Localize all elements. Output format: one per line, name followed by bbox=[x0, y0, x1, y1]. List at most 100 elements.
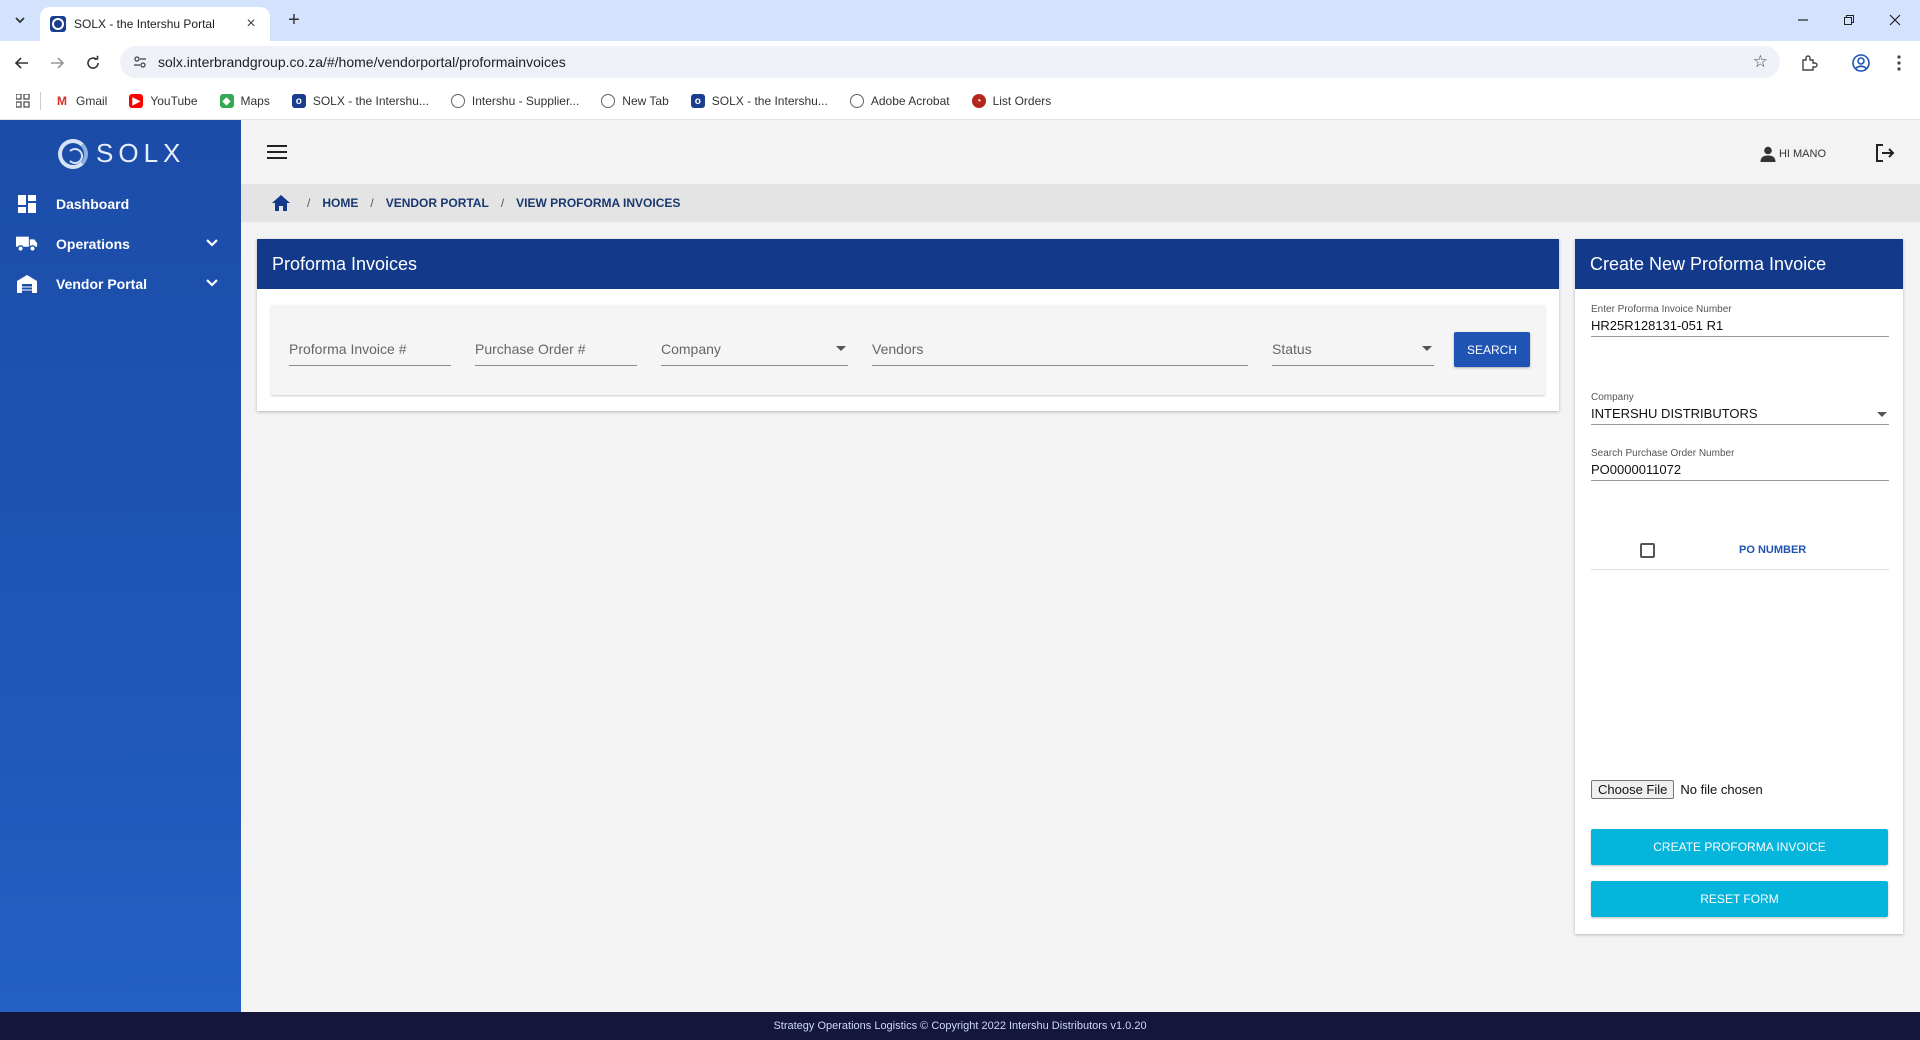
company-select-value[interactable]: INTERSHU DISTRIBUTORS bbox=[1591, 403, 1889, 425]
breadcrumb-separator: / bbox=[370, 196, 374, 210]
person-icon bbox=[1760, 146, 1776, 162]
breadcrumb-separator: / bbox=[500, 196, 505, 210]
breadcrumb-vendor-portal[interactable]: VENDOR PORTAL bbox=[386, 196, 489, 210]
breadcrumb-current-page: VIEW PROFORMA INVOICES bbox=[516, 196, 681, 210]
globe-icon bbox=[849, 94, 864, 108]
company-select[interactable]: Company bbox=[661, 332, 848, 366]
globe-icon bbox=[450, 94, 465, 108]
minimize-icon[interactable] bbox=[1780, 6, 1826, 34]
chevron-down-icon bbox=[205, 276, 219, 293]
address-bar[interactable]: solx.interbrandgroup.co.za/#/home/vendor… bbox=[120, 46, 1780, 78]
status-select[interactable]: Status bbox=[1272, 332, 1434, 366]
sidebar-item-vendor-portal[interactable]: Vendor Portal bbox=[0, 264, 241, 304]
new-tab-icon[interactable]: + bbox=[282, 8, 306, 32]
app-top-bar: HI MANO bbox=[241, 120, 1920, 184]
browser-toolbar: solx.interbrandgroup.co.za/#/home/vendor… bbox=[0, 41, 1920, 83]
proforma-invoice-filter[interactable]: Proforma Invoice # bbox=[289, 332, 451, 366]
choose-file-button[interactable]: Choose File bbox=[1591, 780, 1675, 799]
bookmark-adobe-acrobat[interactable]: Adobe Acrobat bbox=[849, 94, 950, 108]
logout-icon[interactable] bbox=[1874, 142, 1896, 164]
restore-icon[interactable] bbox=[1826, 6, 1872, 34]
sidebar-item-label: Vendor Portal bbox=[56, 276, 148, 292]
dropdown-arrow-icon bbox=[836, 346, 846, 351]
solx-icon: o bbox=[690, 94, 705, 108]
user-menu[interactable]: HI MANO bbox=[1759, 145, 1826, 163]
create-proforma-invoice-card: Create New Proforma Invoice Enter Profor… bbox=[1575, 239, 1903, 934]
window-close-icon[interactable] bbox=[1872, 6, 1918, 34]
dashboard-icon bbox=[16, 194, 38, 214]
globe-icon bbox=[601, 94, 616, 108]
bookmark-solx-2[interactable]: o SOLX - the Intershu... bbox=[690, 94, 828, 108]
browser-tab-bar: SOLX - the Intershu Portal × + bbox=[0, 0, 1920, 41]
tab-title: SOLX - the Intershu Portal bbox=[74, 17, 215, 31]
po-number-column-header[interactable]: PO NUMBER bbox=[1739, 544, 1806, 556]
home-icon[interactable] bbox=[271, 194, 291, 212]
youtube-icon: ▶ bbox=[129, 94, 144, 108]
proforma-invoices-card: Proforma Invoices Proforma Invoice # Pur… bbox=[257, 239, 1559, 411]
reset-form-button[interactable]: RESET FORM bbox=[1591, 881, 1888, 917]
proforma-invoices-title: Proforma Invoices bbox=[257, 239, 1559, 289]
extensions-icon[interactable] bbox=[1796, 50, 1822, 76]
bookmark-star-icon[interactable]: ☆ bbox=[1753, 52, 1768, 72]
bookmark-new-tab[interactable]: New Tab bbox=[601, 94, 669, 108]
bookmark-youtube[interactable]: ▶ YouTube bbox=[129, 94, 198, 108]
site-info-icon[interactable] bbox=[132, 54, 148, 70]
sidebar-item-dashboard[interactable]: Dashboard bbox=[0, 184, 241, 224]
dropdown-arrow-icon bbox=[1877, 412, 1887, 417]
solx-favicon-icon bbox=[50, 16, 66, 32]
truck-icon bbox=[16, 234, 38, 254]
invoice-number-input[interactable]: HR25R128131-051 R1 bbox=[1591, 315, 1889, 337]
url-text: solx.interbrandgroup.co.za/#/home/vendor… bbox=[158, 54, 566, 70]
po-search-field[interactable]: Search Purchase Order Number PO000001107… bbox=[1591, 448, 1889, 481]
maps-icon: ◆ bbox=[219, 94, 234, 108]
bookmark-intershu-supplier[interactable]: Intershu - Supplier... bbox=[450, 94, 579, 108]
solx-logo-icon bbox=[58, 138, 88, 169]
bookmarks-divider bbox=[40, 92, 41, 110]
sidebar-item-operations[interactable]: Operations bbox=[0, 224, 241, 264]
solx-icon: o bbox=[291, 94, 306, 108]
create-proforma-title: Create New Proforma Invoice bbox=[1575, 239, 1903, 289]
bookmark-maps[interactable]: ◆ Maps bbox=[219, 94, 270, 108]
tab-close-icon[interactable]: × bbox=[242, 15, 260, 33]
back-icon[interactable] bbox=[9, 50, 35, 76]
company-label: Company bbox=[1591, 392, 1634, 403]
hamburger-menu-icon[interactable] bbox=[267, 145, 287, 159]
search-button[interactable]: SEARCH bbox=[1454, 332, 1530, 367]
sidebar-item-label: Operations bbox=[56, 236, 130, 252]
company-field[interactable]: Company INTERSHU DISTRIBUTORS bbox=[1591, 392, 1889, 425]
forward-icon[interactable] bbox=[44, 50, 70, 76]
sidebar-item-label: Dashboard bbox=[56, 196, 130, 212]
tab-search-chevron-icon[interactable] bbox=[8, 8, 32, 32]
select-all-checkbox[interactable] bbox=[1640, 543, 1655, 558]
browser-menu-icon[interactable] bbox=[1886, 50, 1912, 76]
invoice-number-label: Enter Proforma Invoice Number bbox=[1591, 304, 1732, 315]
po-table-header: PO NUMBER bbox=[1591, 529, 1889, 570]
purchase-order-filter[interactable]: Purchase Order # bbox=[475, 332, 637, 366]
po-search-label: Search Purchase Order Number bbox=[1591, 448, 1735, 459]
apps-grid-icon[interactable] bbox=[16, 94, 30, 108]
user-greeting: HI MANO bbox=[1778, 148, 1826, 160]
gmail-icon: M bbox=[55, 94, 69, 108]
vendors-filter[interactable]: Vendors bbox=[872, 332, 1248, 366]
create-proforma-invoice-button[interactable]: CREATE PROFORMA INVOICE bbox=[1591, 829, 1888, 865]
dropdown-arrow-icon bbox=[1422, 346, 1432, 351]
list-orders-icon: ◔ bbox=[971, 94, 986, 108]
po-search-input[interactable]: PO0000011072 bbox=[1591, 459, 1889, 481]
warehouse-icon bbox=[16, 274, 38, 294]
bookmark-list-orders[interactable]: ◔ List Orders bbox=[971, 94, 1051, 108]
reload-icon[interactable] bbox=[80, 50, 106, 76]
breadcrumb-home[interactable]: HOME bbox=[322, 196, 358, 210]
breadcrumb: / HOME / VENDOR PORTAL / VIEW PROFORMA I… bbox=[241, 184, 1920, 222]
file-status-text: No file chosen bbox=[1680, 782, 1763, 797]
file-upload: Choose File No file chosen bbox=[1591, 780, 1763, 799]
invoice-number-field[interactable]: Enter Proforma Invoice Number HR25R12813… bbox=[1591, 304, 1889, 337]
bookmark-gmail[interactable]: M Gmail bbox=[55, 94, 107, 108]
profile-icon[interactable] bbox=[1848, 50, 1874, 76]
solx-logo[interactable]: SOLX bbox=[58, 138, 185, 169]
bookmark-solx-1[interactable]: o SOLX - the Intershu... bbox=[291, 94, 429, 108]
browser-tab[interactable]: SOLX - the Intershu Portal × bbox=[40, 7, 270, 41]
footer: Strategy Operations Logistics © Copyrigh… bbox=[0, 1012, 1920, 1040]
breadcrumb-separator: / bbox=[307, 196, 311, 210]
chevron-down-icon bbox=[205, 236, 219, 253]
bookmarks-bar: M Gmail ▶ YouTube ◆ Maps o SOLX - the Inters… bbox=[0, 83, 1920, 120]
